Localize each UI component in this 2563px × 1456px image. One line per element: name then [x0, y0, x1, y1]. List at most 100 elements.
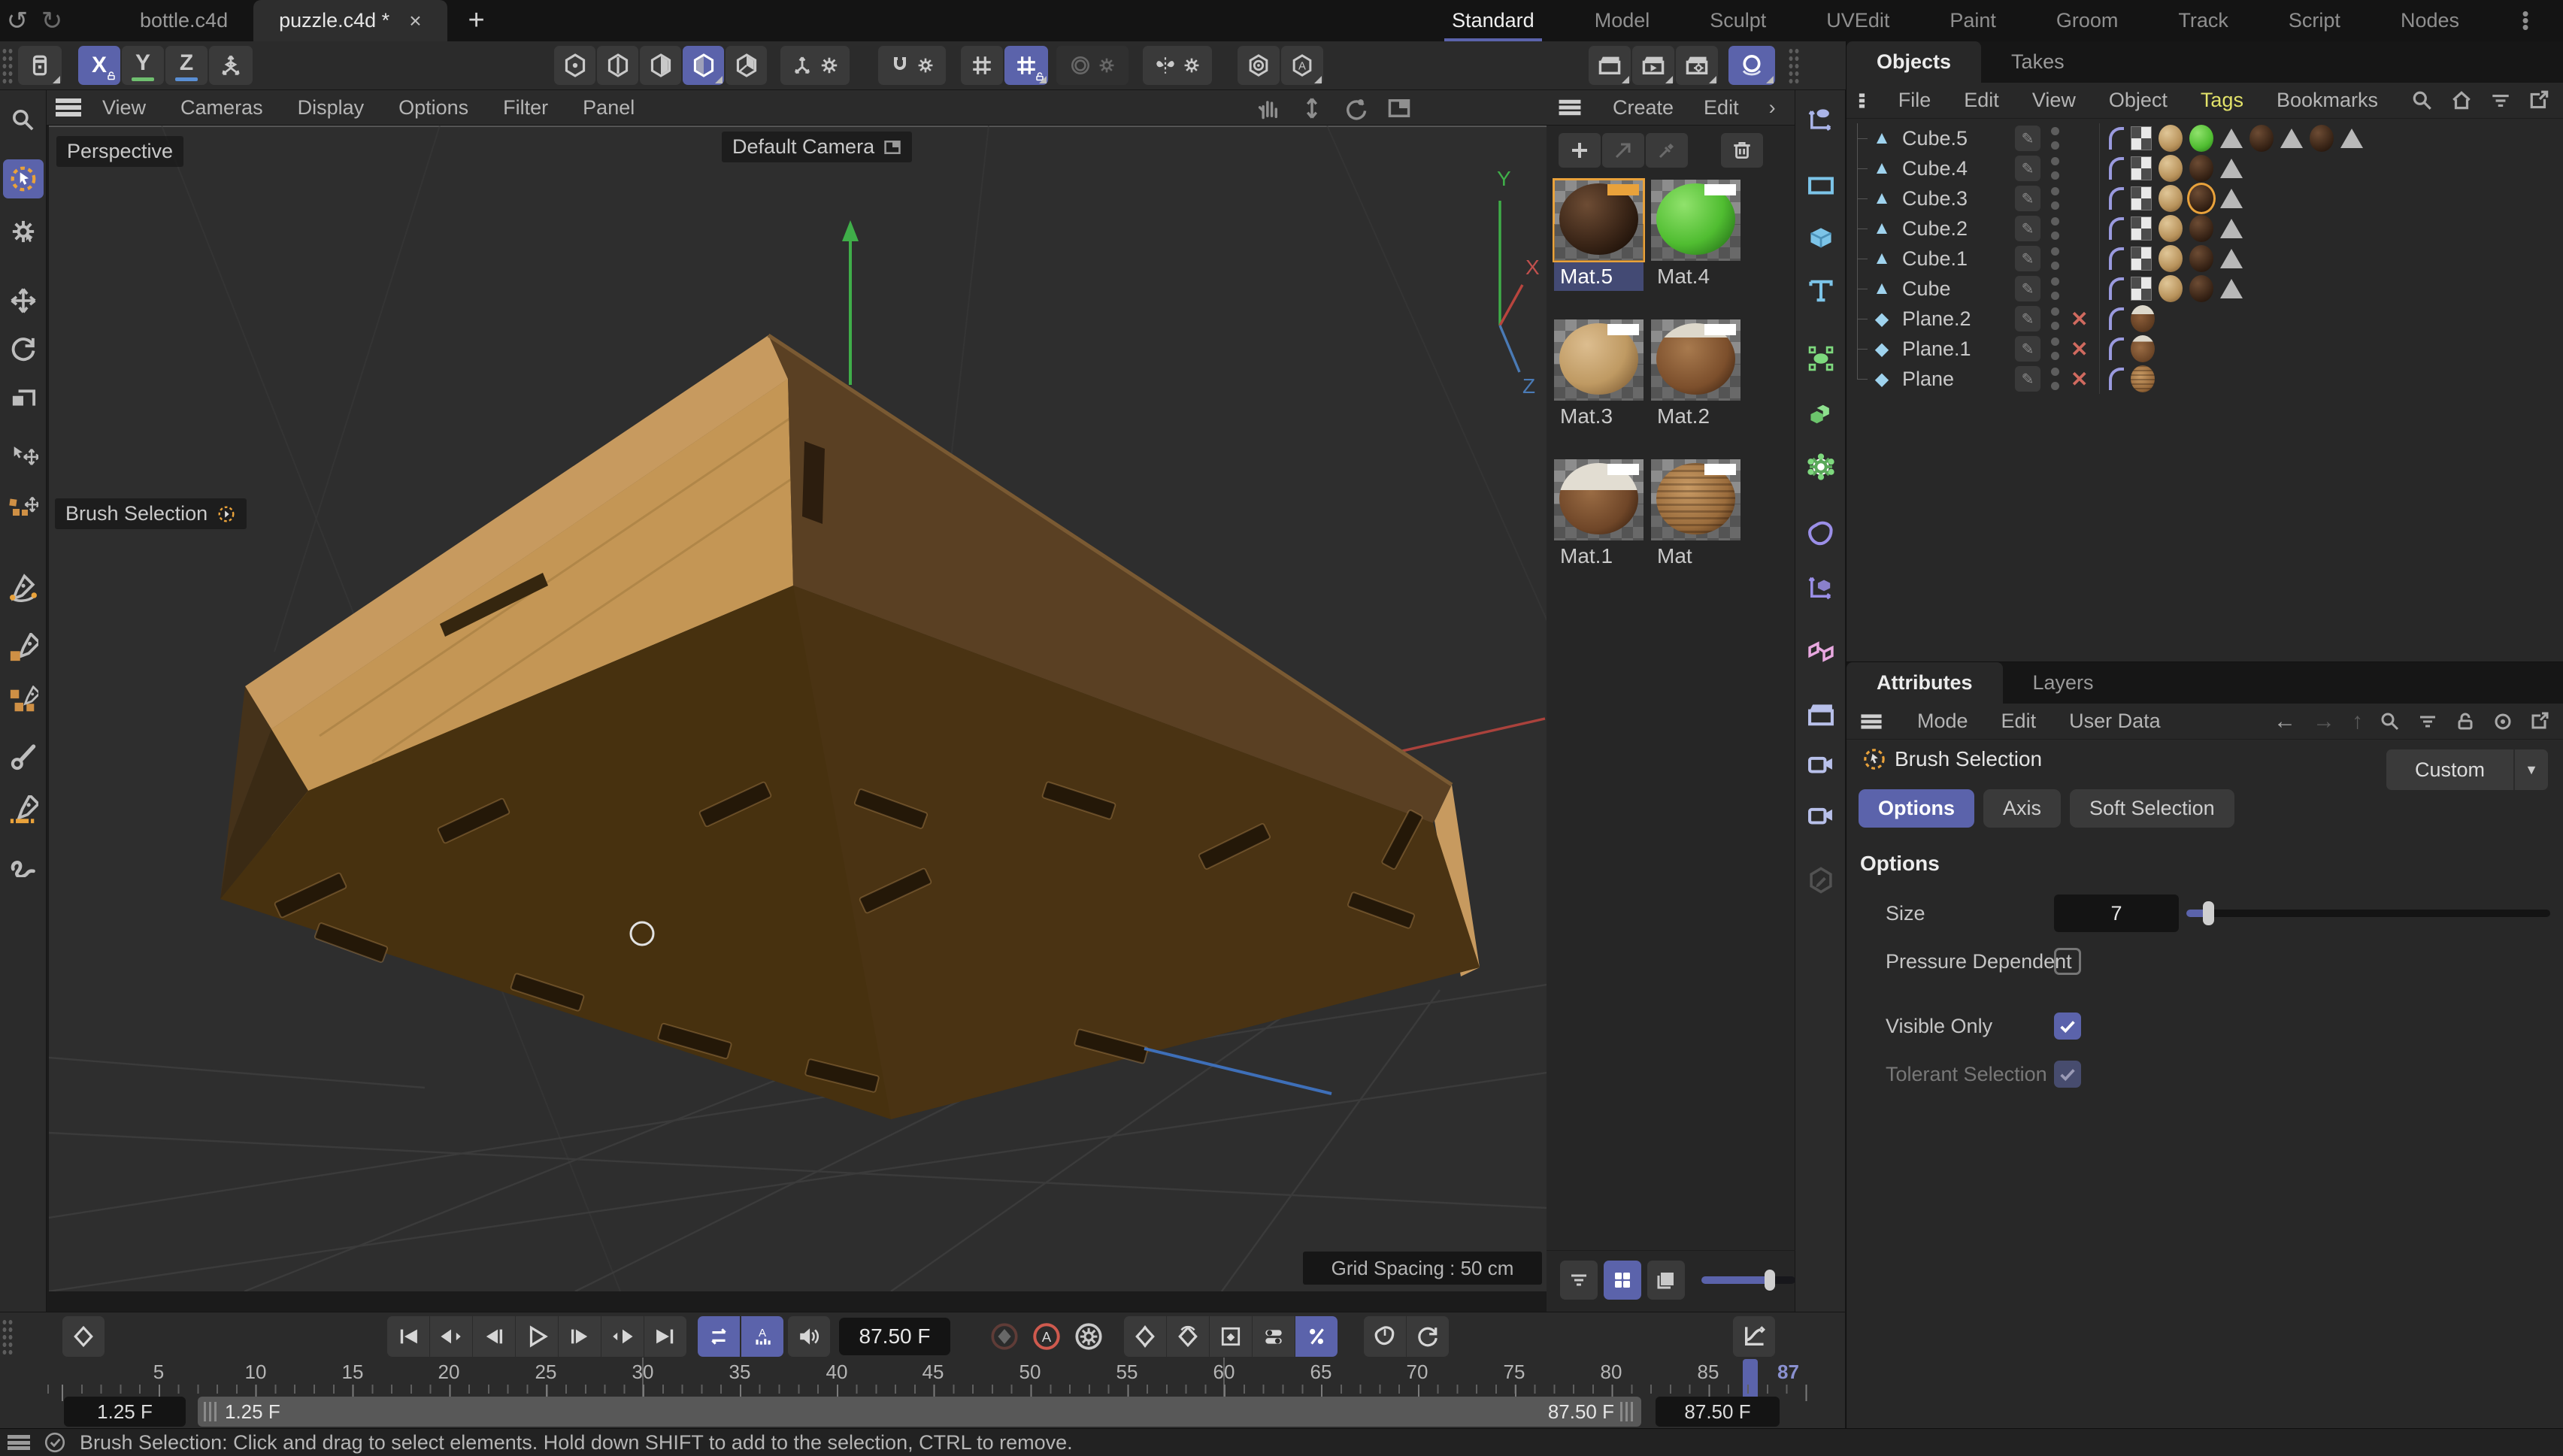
zoom-view-icon[interactable]	[1300, 96, 1324, 120]
render-view-button[interactable]	[1589, 46, 1631, 85]
current-frame-field[interactable]: 87.50 F	[839, 1318, 950, 1355]
loop-playback-button[interactable]	[698, 1316, 740, 1357]
key-scale-button[interactable]	[1210, 1316, 1252, 1357]
object-name[interactable]: Cube	[1902, 277, 2015, 301]
sphere-tan-tag[interactable]	[2159, 245, 2183, 272]
options-section-title[interactable]: Options	[1847, 831, 2563, 876]
material-name[interactable]: Mat.3	[1554, 402, 1644, 431]
ruler-tick-label[interactable]: 75	[1504, 1361, 1525, 1384]
edit-toggle-icon[interactable]: ✎	[2015, 336, 2040, 362]
sphere-brown-tag[interactable]	[2189, 245, 2213, 272]
timeline-grip[interactable]	[2, 1318, 14, 1355]
status-menu-icon[interactable]	[8, 1435, 30, 1450]
phong-tag[interactable]	[2109, 307, 2124, 330]
coordinate-system-button[interactable]	[209, 46, 253, 85]
lock-z-axis-button[interactable]: Z	[165, 46, 208, 85]
object-menu-icon[interactable]	[1859, 93, 1865, 107]
close-tab-icon[interactable]: ×	[409, 9, 421, 33]
object-name[interactable]: Cube.1	[1902, 247, 2015, 271]
key-position-button[interactable]	[1124, 1316, 1166, 1357]
sphere-tan-tag[interactable]	[2159, 275, 2183, 302]
object-name[interactable]: Cube.5	[1902, 127, 2015, 150]
camera-play-icon[interactable]	[1800, 746, 1841, 783]
pressure-dependent-checkbox[interactable]	[2054, 948, 2081, 975]
polygons-mode-button[interactable]	[640, 46, 681, 85]
ruler-tick-label[interactable]: 5	[153, 1361, 164, 1384]
uv-tag[interactable]	[2131, 126, 2152, 150]
ruler-tick-label[interactable]: 15	[342, 1361, 364, 1384]
edit-toggle-icon[interactable]: ✎	[2015, 156, 2040, 181]
material-layer-view-button[interactable]	[1647, 1261, 1685, 1300]
axis-edit-button[interactable]	[780, 46, 850, 85]
uv-tag[interactable]	[2131, 186, 2152, 210]
object-name[interactable]: Cube.4	[1902, 157, 2015, 180]
edit-toggle-icon[interactable]: ✎	[2015, 246, 2040, 271]
tab-options[interactable]: Options	[1859, 789, 1974, 828]
move-tool-icon[interactable]	[3, 281, 44, 320]
fcurve-editor-button[interactable]	[1733, 1316, 1775, 1357]
ruler-tick-label[interactable]: 40	[826, 1361, 848, 1384]
layout-uvedit[interactable]: UVEdit	[1825, 3, 1891, 38]
sound-button[interactable]	[788, 1316, 830, 1357]
menu-edit[interactable]: Edit	[1964, 89, 1999, 112]
polygon-select-mode-button[interactable]	[683, 46, 724, 85]
undo-icon[interactable]: ↺	[0, 4, 35, 38]
range-end-handle[interactable]	[1620, 1402, 1635, 1421]
paint-tool-icon[interactable]	[3, 738, 44, 777]
prev-frame-button[interactable]	[473, 1316, 515, 1357]
menu-file[interactable]: File	[1898, 89, 1931, 112]
phong-tag[interactable]	[2109, 187, 2124, 210]
material-mat5[interactable]: Mat.5	[1554, 180, 1644, 291]
ruler-tick-label[interactable]: 45	[922, 1361, 944, 1384]
uv-tag[interactable]	[2131, 277, 2152, 301]
object-type-icon[interactable]: ▲	[1869, 218, 1895, 239]
lock-y-axis-button[interactable]: Y	[122, 46, 164, 85]
phong-tag[interactable]	[2109, 217, 2124, 240]
menu-panel[interactable]: Panel	[583, 96, 635, 120]
camera-stage-icon[interactable]	[1800, 797, 1841, 834]
key-rotation-button[interactable]	[1167, 1316, 1209, 1357]
object-type-icon[interactable]: ◆	[1869, 308, 1895, 330]
object-row[interactable]: ▲ Cube.3 ✎	[1847, 183, 2563, 213]
add-tab-icon[interactable]: +	[468, 5, 485, 37]
menu-filter[interactable]: Filter	[503, 96, 548, 120]
sphere-brown-tag[interactable]	[2189, 275, 2213, 302]
object-row[interactable]: ▲ Cube ✎	[1847, 274, 2563, 304]
ruler-tick-label[interactable]: 50	[1019, 1361, 1041, 1384]
material-name[interactable]: Mat	[1651, 542, 1740, 571]
tri-tag[interactable]	[2220, 129, 2243, 148]
object-row[interactable]: ◆ Plane ✎ ✕	[1847, 364, 2563, 394]
uv-tag[interactable]	[2131, 247, 2152, 271]
edit-toggle-icon[interactable]: ✎	[2015, 276, 2040, 301]
material-name[interactable]: Mat.2	[1651, 402, 1740, 431]
menu-cameras[interactable]: Cameras	[180, 96, 263, 120]
tri-tag[interactable]	[2340, 129, 2363, 148]
object-row[interactable]: ◆ Plane.1 ✎ ✕	[1847, 334, 2563, 364]
object-type-icon[interactable]: ▲	[1869, 278, 1895, 299]
menu-options[interactable]: Options	[398, 96, 468, 120]
primitive-pen-tool-icon[interactable]	[3, 628, 44, 667]
sphere-brown-tag[interactable]	[2189, 215, 2213, 242]
object-name[interactable]: Plane	[1902, 368, 2015, 391]
sphere-brown-sel-tag[interactable]	[2189, 185, 2213, 212]
visibility-dots[interactable]	[2049, 127, 2060, 150]
spline-object-icon[interactable]	[1800, 101, 1841, 138]
scale-tool-icon[interactable]	[3, 377, 44, 416]
phong-tag[interactable]	[2109, 247, 2124, 270]
phong-tag[interactable]	[2109, 368, 2124, 390]
edit-toggle-icon[interactable]: ✎	[2015, 306, 2040, 331]
ruler-tick-label[interactable]: 55	[1116, 1361, 1138, 1384]
delete-cross-icon[interactable]: ✕	[2071, 337, 2096, 362]
lock-icon[interactable]	[2455, 711, 2476, 732]
phong-tag[interactable]	[2109, 127, 2124, 150]
edit-toggle-icon[interactable]: ✎	[2015, 366, 2040, 392]
key-parameters-button[interactable]	[1253, 1316, 1295, 1357]
loop-mode-button[interactable]	[1407, 1316, 1449, 1357]
object-row[interactable]: ▲ Cube.4 ✎	[1847, 153, 2563, 183]
uv-tag[interactable]	[2131, 216, 2152, 241]
history-back-icon[interactable]: ←	[2274, 709, 2296, 734]
ruler-tick-label[interactable]: 80	[1601, 1361, 1622, 1384]
object-row[interactable]: ▲ Cube.2 ✎	[1847, 213, 2563, 244]
add-material-button[interactable]	[1559, 133, 1601, 168]
sphere-plane0-tag[interactable]	[2131, 365, 2155, 392]
